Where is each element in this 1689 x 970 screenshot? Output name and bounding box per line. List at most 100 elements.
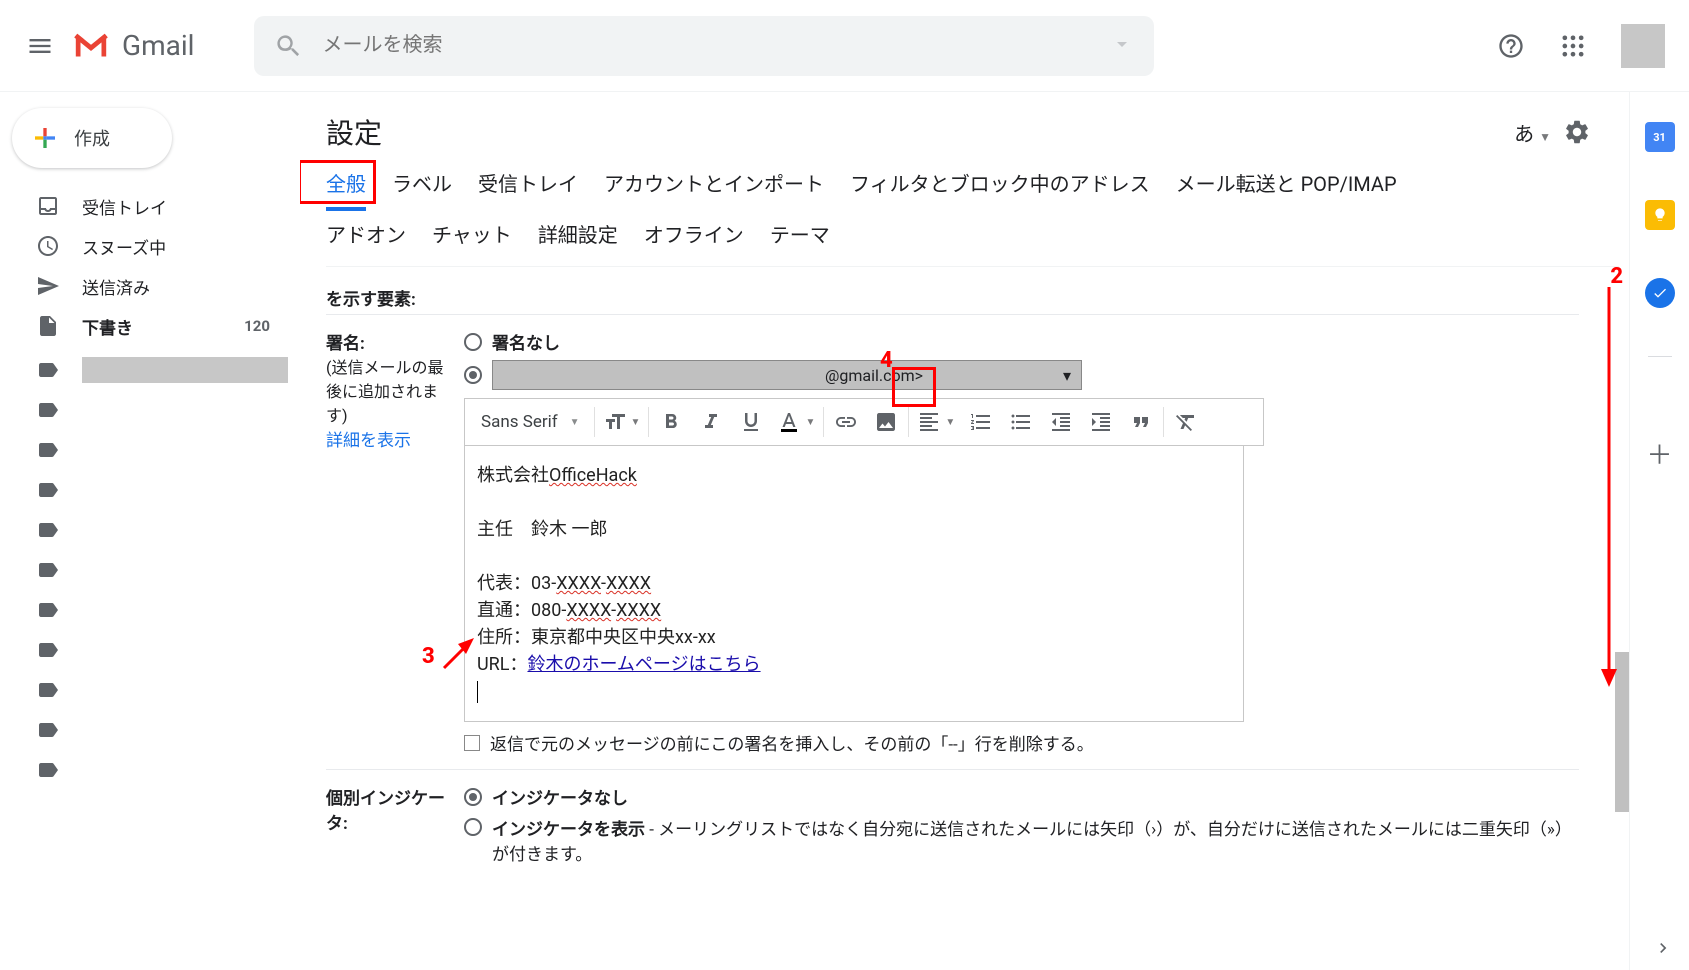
input-tools-button[interactable]: あ ▼ bbox=[1514, 118, 1551, 147]
indicators-show-radio[interactable] bbox=[464, 818, 482, 836]
remove-formatting-button[interactable] bbox=[1166, 400, 1206, 444]
signature-section: 署名: (送信メールの最後に追加されます) 詳細を表示 署名なし @gmail.… bbox=[326, 314, 1579, 769]
calendar-addon[interactable]: 31 bbox=[1645, 122, 1675, 152]
tab-filters[interactable]: フィルタとブロック中のアドレス bbox=[850, 168, 1150, 203]
header: Gmail bbox=[0, 0, 1689, 92]
underline-icon bbox=[739, 410, 763, 434]
hamburger-icon bbox=[26, 32, 54, 60]
show-advanced-link[interactable]: 詳細を表示 bbox=[326, 431, 411, 451]
sidebar-label-item[interactable] bbox=[0, 710, 300, 750]
indent-decrease-icon bbox=[1049, 410, 1073, 434]
tasks-addon[interactable] bbox=[1645, 278, 1675, 308]
indicators-none-radio[interactable] bbox=[464, 788, 482, 806]
apps-button[interactable] bbox=[1551, 24, 1595, 68]
inbox-icon bbox=[36, 194, 60, 218]
settings-tabs: 全般 ラベル 受信トレイ アカウントとインポート フィルタとブロック中のアドレス… bbox=[326, 168, 1619, 267]
indent-more-button[interactable] bbox=[1081, 400, 1121, 444]
quote-button[interactable] bbox=[1121, 400, 1161, 444]
text-color-icon bbox=[777, 410, 801, 434]
bold-button[interactable] bbox=[651, 400, 691, 444]
main-menu-button[interactable] bbox=[16, 22, 64, 70]
sidebar-item-drafts[interactable]: 下書き 120 bbox=[0, 306, 288, 346]
search-bar[interactable] bbox=[254, 16, 1154, 76]
label-icon bbox=[36, 638, 60, 662]
plus-icon bbox=[30, 123, 60, 153]
insert-image-button[interactable] bbox=[866, 400, 906, 444]
tab-offline[interactable]: オフライン bbox=[644, 219, 744, 254]
clear-format-icon bbox=[1174, 410, 1198, 434]
nav-label: 受信トレイ bbox=[82, 194, 288, 219]
gear-icon[interactable] bbox=[1563, 118, 1591, 146]
tab-advanced[interactable]: 詳細設定 bbox=[538, 219, 618, 254]
sidebar-item-sent[interactable]: 送信済み bbox=[0, 266, 288, 306]
signature-identity-select[interactable]: @gmail.com> bbox=[492, 360, 1082, 390]
keep-addon[interactable] bbox=[1645, 200, 1675, 230]
nav-label: 送信済み bbox=[82, 274, 288, 299]
align-button[interactable]: ▼ bbox=[911, 400, 961, 444]
nav-label: スヌーズ中 bbox=[82, 234, 288, 259]
tab-chat[interactable]: チャット bbox=[432, 219, 512, 254]
sidebar-label-item[interactable] bbox=[0, 590, 300, 630]
sidebar-label-item[interactable] bbox=[0, 750, 300, 790]
file-icon bbox=[36, 314, 60, 338]
sidebar-label-item[interactable] bbox=[0, 350, 300, 390]
bulb-icon bbox=[1652, 207, 1668, 223]
sidebar-label-item[interactable] bbox=[0, 670, 300, 710]
get-addons-button[interactable]: ＋ bbox=[1646, 435, 1672, 472]
logo[interactable]: Gmail bbox=[72, 29, 194, 62]
image-icon bbox=[874, 410, 898, 434]
reply-insert-label: 返信で元のメッセージの前にこの署名を挿入し、その前の「--」行を削除する。 bbox=[490, 730, 1094, 755]
signature-toolbar: Sans Serif▼ ▼ ▼ ▼ bbox=[464, 398, 1264, 446]
signature-editor[interactable]: 株式会社OfficeHack 主任 鈴木 一郎 代表：03-XXXX-XXXX … bbox=[464, 446, 1244, 722]
signature-sublabel: (送信メールの最後に追加されます) bbox=[326, 358, 443, 425]
use-signature-radio[interactable] bbox=[464, 366, 482, 384]
compose-button[interactable]: 作成 bbox=[12, 108, 172, 168]
signature-url-link[interactable]: 鈴木のホームページはこちら bbox=[527, 654, 760, 675]
no-signature-radio[interactable] bbox=[464, 333, 482, 351]
tab-labels[interactable]: ラベル bbox=[392, 168, 452, 203]
italic-button[interactable] bbox=[691, 400, 731, 444]
tab-accounts[interactable]: アカウントとインポート bbox=[604, 168, 824, 203]
sidebar-label-item[interactable] bbox=[0, 430, 300, 470]
underline-button[interactable] bbox=[731, 400, 771, 444]
sidebar-item-snoozed[interactable]: スヌーズ中 bbox=[0, 226, 288, 266]
label-icon bbox=[36, 518, 60, 542]
sidebar-label-item[interactable] bbox=[0, 630, 300, 670]
bullet-list-button[interactable] bbox=[1001, 400, 1041, 444]
numbered-list-icon bbox=[969, 410, 993, 434]
text-color-button[interactable]: ▼ bbox=[771, 400, 821, 444]
scrollbar-thumb[interactable] bbox=[1615, 652, 1629, 812]
tab-inbox[interactable]: 受信トレイ bbox=[478, 168, 578, 203]
tab-addons[interactable]: アドオン bbox=[326, 219, 406, 254]
search-icon bbox=[274, 32, 302, 60]
numbered-list-button[interactable] bbox=[961, 400, 1001, 444]
chevron-right-icon[interactable] bbox=[1653, 938, 1673, 958]
sidebar-label-item[interactable] bbox=[0, 510, 300, 550]
link-button[interactable] bbox=[826, 400, 866, 444]
sidebar-label-item[interactable] bbox=[0, 550, 300, 590]
indicators-section: 個別インジケータ: インジケータなし インジケータを表示 - メーリングリストで… bbox=[326, 769, 1579, 885]
reply-insert-checkbox[interactable] bbox=[464, 735, 480, 751]
support-button[interactable] bbox=[1489, 24, 1533, 68]
search-input[interactable] bbox=[322, 34, 1110, 57]
font-size-button[interactable]: ▼ bbox=[597, 400, 647, 444]
indicators-label: 個別インジケータ: bbox=[326, 789, 445, 834]
sidebar-label-item[interactable] bbox=[0, 390, 300, 430]
font-family-select[interactable]: Sans Serif▼ bbox=[469, 400, 592, 444]
bold-icon bbox=[659, 410, 683, 434]
bullet-list-icon bbox=[1009, 410, 1033, 434]
italic-icon bbox=[699, 410, 723, 434]
account-avatar[interactable] bbox=[1621, 24, 1665, 68]
tab-forwarding[interactable]: メール転送と POP/IMAP bbox=[1176, 168, 1397, 203]
logo-text: Gmail bbox=[122, 29, 194, 62]
tab-general[interactable]: 全般 bbox=[326, 168, 366, 203]
label-icon bbox=[36, 718, 60, 742]
tab-themes[interactable]: テーマ bbox=[770, 219, 830, 254]
sidebar-item-inbox[interactable]: 受信トレイ bbox=[0, 186, 288, 226]
indent-less-button[interactable] bbox=[1041, 400, 1081, 444]
search-options-button[interactable] bbox=[1110, 32, 1134, 60]
label-icon bbox=[36, 398, 60, 422]
font-size-icon bbox=[603, 410, 627, 434]
help-icon bbox=[1497, 32, 1525, 60]
sidebar-label-item[interactable] bbox=[0, 470, 300, 510]
